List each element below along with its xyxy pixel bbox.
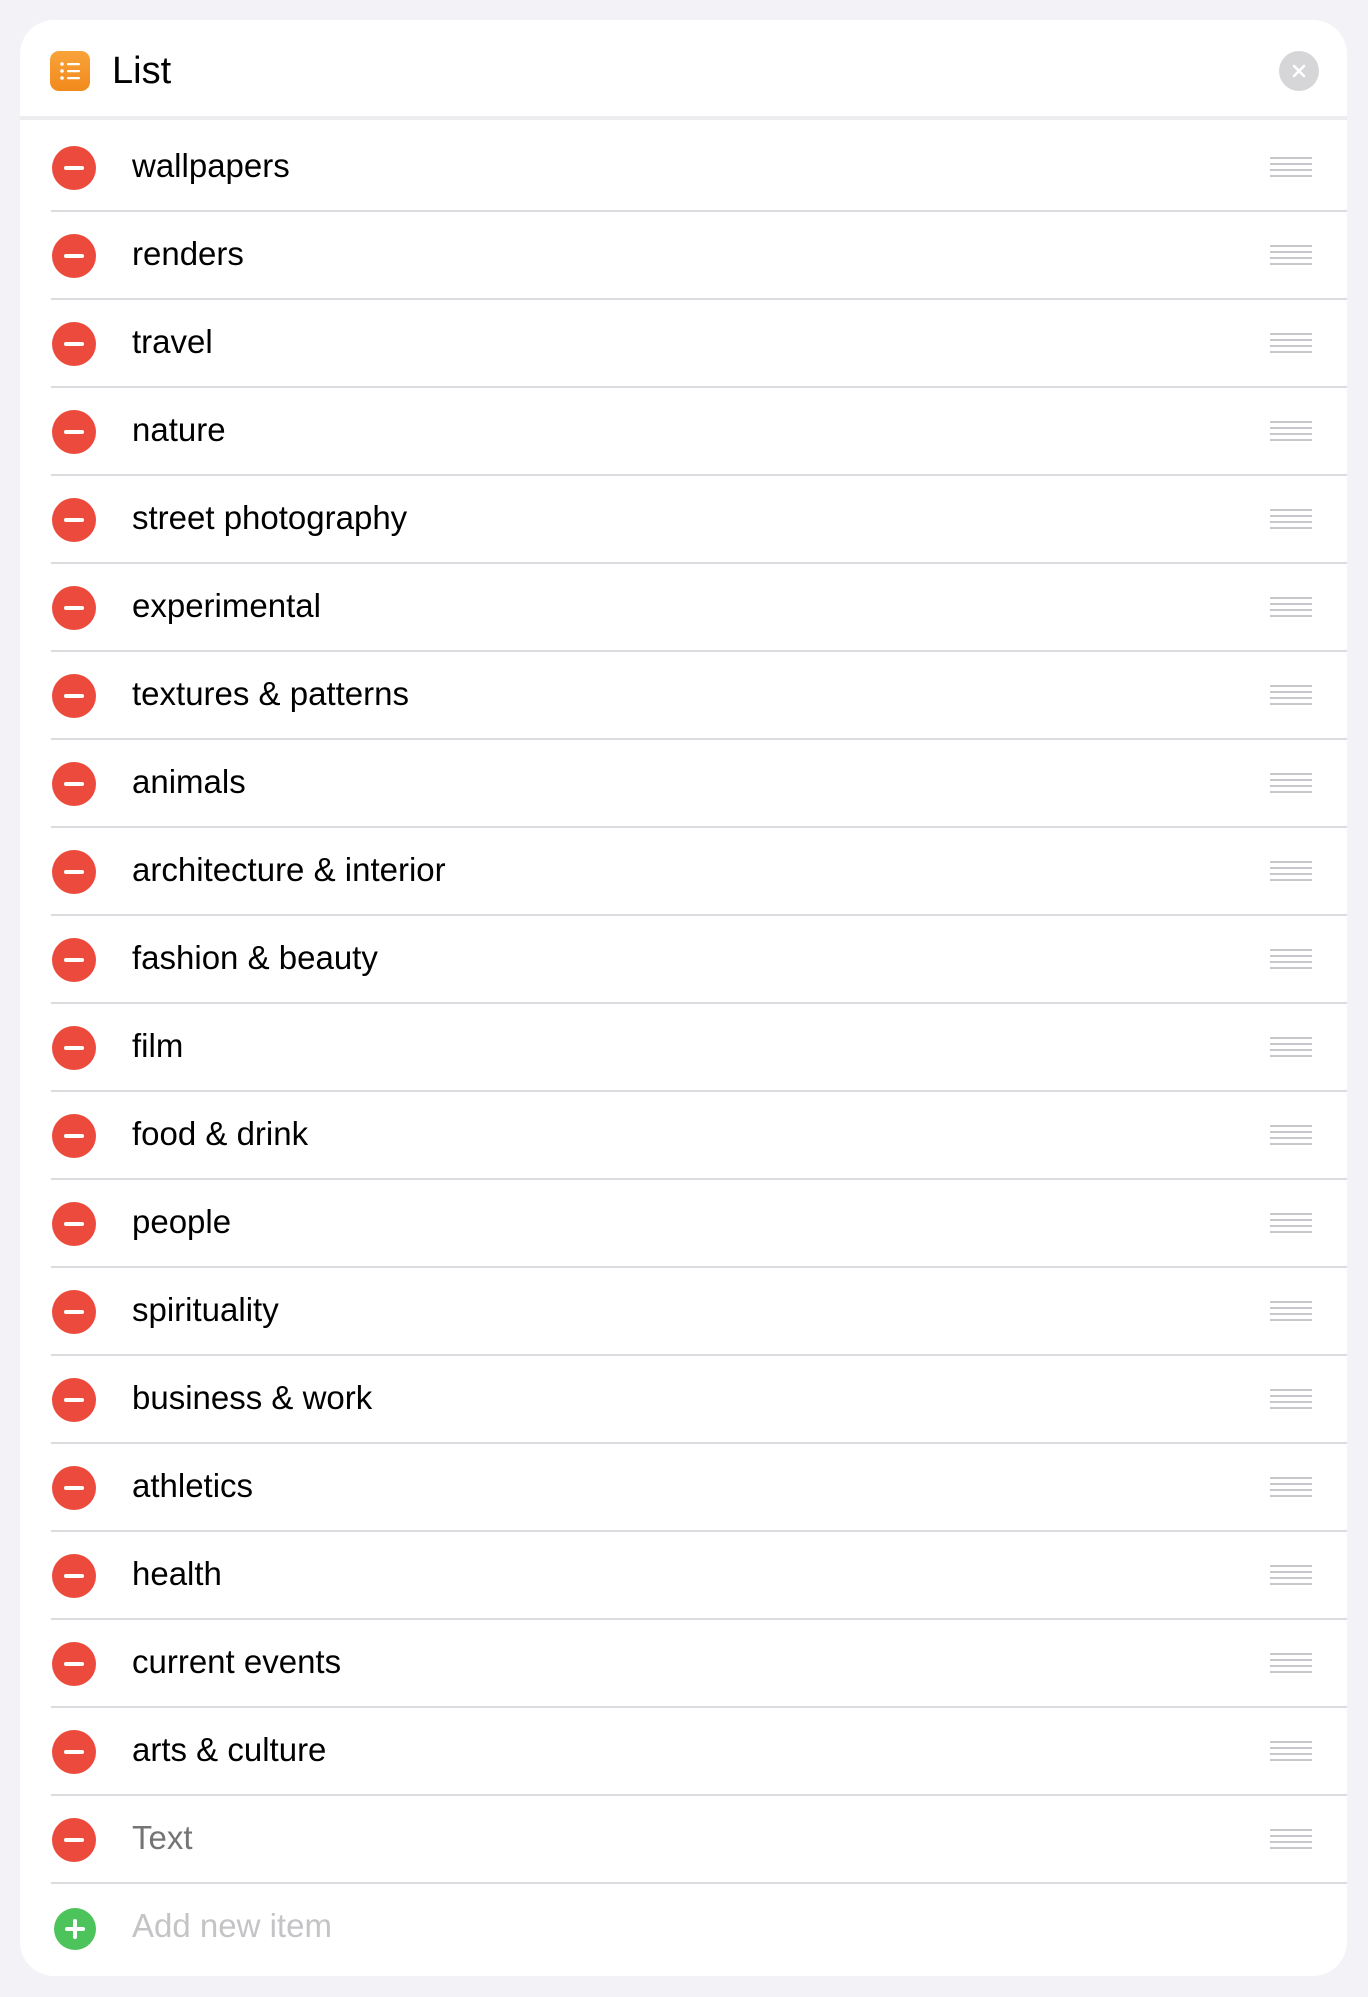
- list-item: travel: [20, 300, 1347, 388]
- remove-item-button[interactable]: [52, 1378, 96, 1422]
- remove-item-button[interactable]: [52, 762, 96, 806]
- list-editor-card: List wallpapers renders travel nature street…: [20, 20, 1347, 1976]
- add-item-row[interactable]: Add new item: [20, 1884, 1347, 1972]
- add-icon[interactable]: [54, 1908, 96, 1950]
- list-item-label[interactable]: health: [132, 1552, 1132, 1596]
- list-item: fashion & beauty: [20, 916, 1347, 1004]
- remove-item-button[interactable]: [52, 1730, 96, 1774]
- list-header: List: [20, 20, 1347, 120]
- drag-handle-icon[interactable]: [1270, 773, 1312, 795]
- list-item: film: [20, 1004, 1347, 1092]
- remove-item-button[interactable]: [52, 498, 96, 542]
- remove-item-button[interactable]: [52, 1818, 96, 1862]
- remove-item-button[interactable]: [52, 410, 96, 454]
- remove-item-button[interactable]: [52, 1114, 96, 1158]
- remove-item-button[interactable]: [52, 1466, 96, 1510]
- drag-handle-icon[interactable]: [1270, 1213, 1312, 1235]
- drag-handle-icon[interactable]: [1270, 1125, 1312, 1147]
- drag-handle-icon[interactable]: [1270, 1741, 1312, 1763]
- drag-handle-icon[interactable]: [1270, 157, 1312, 179]
- list-item: experimental: [20, 564, 1347, 652]
- list-item-label[interactable]: nature: [132, 408, 1132, 452]
- list-item: wallpapers: [20, 124, 1347, 212]
- drag-handle-icon[interactable]: [1270, 597, 1312, 619]
- item-list: wallpapers renders travel nature street phot…: [20, 124, 1347, 1972]
- list-item: architecture & interior: [20, 828, 1347, 916]
- list-item-label[interactable]: business & work: [132, 1376, 1132, 1420]
- drag-handle-icon[interactable]: [1270, 1829, 1312, 1851]
- list-icon: [50, 51, 90, 91]
- list-item: textures & patterns: [20, 652, 1347, 740]
- list-item-label[interactable]: fashion & beauty: [132, 936, 1132, 980]
- list-item-label[interactable]: food & drink: [132, 1112, 1132, 1156]
- remove-item-button[interactable]: [52, 234, 96, 278]
- drag-handle-icon[interactable]: [1270, 1653, 1312, 1675]
- list-item: nature: [20, 388, 1347, 476]
- drag-handle-icon[interactable]: [1270, 333, 1312, 355]
- drag-handle-icon[interactable]: [1270, 685, 1312, 707]
- list-item: street photography: [20, 476, 1347, 564]
- remove-item-button[interactable]: [52, 674, 96, 718]
- list-item-label[interactable]: arts & culture: [132, 1728, 1132, 1772]
- list-item-label[interactable]: wallpapers: [132, 144, 1132, 188]
- list-item-label[interactable]: architecture & interior: [132, 848, 1132, 892]
- list-item-label[interactable]: people: [132, 1200, 1132, 1244]
- list-item: food & drink: [20, 1092, 1347, 1180]
- drag-handle-icon[interactable]: [1270, 1037, 1312, 1059]
- list-item: spirituality: [20, 1268, 1347, 1356]
- drag-handle-icon[interactable]: [1270, 861, 1312, 883]
- drag-handle-icon[interactable]: [1270, 1389, 1312, 1411]
- page-title: List: [112, 50, 172, 92]
- remove-item-button[interactable]: [52, 938, 96, 982]
- list-item-label[interactable]: current events: [132, 1640, 1132, 1684]
- list-item: business & work: [20, 1356, 1347, 1444]
- close-button[interactable]: [1279, 51, 1319, 91]
- list-item: athletics: [20, 1444, 1347, 1532]
- remove-item-button[interactable]: [52, 146, 96, 190]
- drag-handle-icon[interactable]: [1270, 949, 1312, 971]
- list-item-label[interactable]: experimental: [132, 584, 1132, 628]
- drag-handle-icon[interactable]: [1270, 245, 1312, 267]
- list-item: current events: [20, 1620, 1347, 1708]
- drag-handle-icon[interactable]: [1270, 1477, 1312, 1499]
- add-new-item-button[interactable]: Add new item: [132, 1904, 1132, 1948]
- drag-handle-icon[interactable]: [1270, 421, 1312, 443]
- new-item-text-field[interactable]: [132, 1816, 1132, 1860]
- drag-handle-icon[interactable]: [1270, 1301, 1312, 1323]
- drag-handle-icon[interactable]: [1270, 509, 1312, 531]
- remove-item-button[interactable]: [52, 850, 96, 894]
- drag-handle-icon[interactable]: [1270, 1565, 1312, 1587]
- list-item-label[interactable]: animals: [132, 760, 1132, 804]
- remove-item-button[interactable]: [52, 1642, 96, 1686]
- list-item-label[interactable]: textures & patterns: [132, 672, 1132, 716]
- list-item: health: [20, 1532, 1347, 1620]
- remove-item-button[interactable]: [52, 1290, 96, 1334]
- list-item-label[interactable]: renders: [132, 232, 1132, 276]
- list-item: people: [20, 1180, 1347, 1268]
- list-item-label[interactable]: street photography: [132, 496, 1132, 540]
- close-icon: [1292, 64, 1306, 78]
- list-item: arts & culture: [20, 1708, 1347, 1796]
- remove-item-button[interactable]: [52, 322, 96, 366]
- remove-item-button[interactable]: [52, 1202, 96, 1246]
- list-item-empty: [20, 1796, 1347, 1884]
- remove-item-button[interactable]: [52, 1026, 96, 1070]
- remove-item-button[interactable]: [52, 586, 96, 630]
- list-item: animals: [20, 740, 1347, 828]
- list-item-label[interactable]: film: [132, 1024, 1132, 1068]
- remove-item-button[interactable]: [52, 1554, 96, 1598]
- list-item: renders: [20, 212, 1347, 300]
- list-item-label[interactable]: travel: [132, 320, 1132, 364]
- list-item-label[interactable]: athletics: [132, 1464, 1132, 1508]
- list-item-label[interactable]: spirituality: [132, 1288, 1132, 1332]
